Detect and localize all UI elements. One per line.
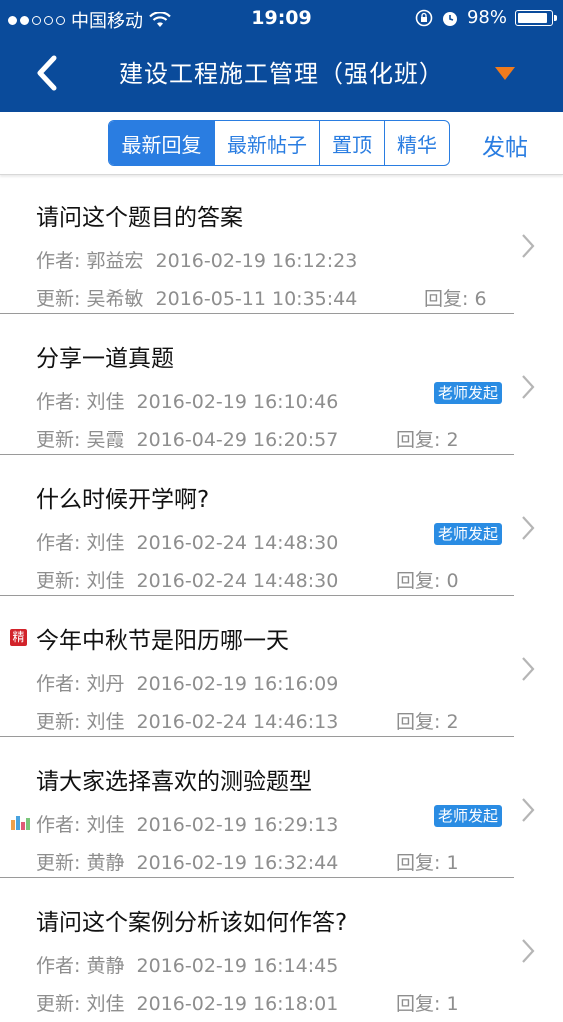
post-author: 作者: 刘佳 2016-02-19 16:29:13 — [36, 814, 339, 836]
post-title: 今年中秋节是阳历哪一天 — [36, 628, 289, 654]
post-author: 作者: 刘丹 2016-02-19 16:16:09 — [36, 673, 339, 695]
divider — [0, 454, 514, 455]
list-item[interactable]: 请问这个案例分析该如何作答? 作者: 黄静 2016-02-19 16:14:4… — [0, 881, 563, 1022]
status-right-group: 98% — [415, 7, 557, 28]
poll-chart-icon — [11, 816, 30, 830]
post-updater: 更新: 吴霞 2016-04-29 16:20:57 — [36, 429, 339, 451]
reply-count: 回复: 1 — [396, 852, 459, 874]
post-author: 作者: 郭益宏 2016-02-19 16:12:23 — [36, 250, 358, 272]
list-item[interactable]: 什么时候开学啊? 作者: 刘佳 2016-02-24 14:48:30 更新: … — [0, 458, 563, 599]
new-post-button[interactable]: 发帖 — [482, 128, 528, 162]
post-author: 作者: 刘佳 2016-02-19 16:10:46 — [36, 391, 339, 413]
teacher-started-badge: 老师发起 — [434, 805, 503, 827]
teacher-started-badge: 老师发起 — [434, 382, 503, 404]
chevron-right-icon — [522, 939, 535, 963]
reply-count: 回复: 6 — [424, 288, 487, 310]
chevron-right-icon — [522, 798, 535, 822]
alarm-icon — [442, 11, 457, 26]
divider — [0, 313, 514, 314]
chevron-right-icon — [522, 516, 535, 540]
status-bar: 中国移动 19:09 98% — [0, 0, 563, 36]
reply-count: 回复: 2 — [396, 429, 459, 451]
divider — [0, 877, 514, 878]
reply-count: 回复: 2 — [396, 711, 459, 733]
teacher-started-badge: 老师发起 — [434, 523, 503, 545]
chevron-right-icon — [522, 234, 535, 258]
post-updater: 更新: 黄静 2016-02-19 16:32:44 — [36, 852, 339, 874]
tab-bar: 最新回复 最新帖子 置顶 精华 发帖 — [0, 112, 563, 175]
post-title: 请问这个题目的答案 — [36, 205, 243, 231]
tab-pinned[interactable]: 置顶 — [319, 121, 384, 165]
list-item[interactable]: 分享一道真题 作者: 刘佳 2016-02-19 16:10:46 更新: 吴霞… — [0, 317, 563, 458]
tab-latest-posts[interactable]: 最新帖子 — [214, 121, 319, 165]
post-title: 分享一道真题 — [36, 346, 174, 372]
list-item[interactable]: 精 今年中秋节是阳历哪一天 作者: 刘丹 2016-02-19 16:16:09… — [0, 599, 563, 740]
tab-latest-reply[interactable]: 最新回复 — [109, 121, 214, 165]
chevron-right-icon — [522, 375, 535, 399]
post-updater: 更新: 刘佳 2016-02-19 16:18:01 — [36, 993, 339, 1015]
post-updater: 更新: 刘佳 2016-02-24 14:46:13 — [36, 711, 339, 733]
top-bar: 中国移动 19:09 98% 建设工程施工管理（强化班） — [0, 0, 563, 112]
divider — [0, 736, 514, 737]
post-updater: 更新: 吴希敏 2016-05-11 10:35:44 — [36, 288, 358, 310]
battery-percent: 98% — [466, 7, 507, 28]
post-title: 什么时候开学啊? — [36, 487, 210, 513]
list-item[interactable]: 请大家选择喜欢的测验题型 作者: 刘佳 2016-02-19 16:29:13 … — [0, 740, 563, 881]
page-title: 建设工程施工管理（强化班） — [119, 60, 444, 88]
nav-bar: 建设工程施工管理（强化班） — [0, 36, 563, 112]
tab-featured[interactable]: 精华 — [384, 121, 449, 165]
reply-count: 回复: 0 — [396, 570, 459, 592]
post-title: 请问这个案例分析该如何作答? — [36, 910, 348, 936]
segmented-control: 最新回复 最新帖子 置顶 精华 — [108, 120, 450, 166]
post-title: 请大家选择喜欢的测验题型 — [36, 769, 312, 795]
featured-badge-icon: 精 — [10, 629, 27, 646]
divider — [0, 595, 514, 596]
dropdown-triangle-icon[interactable] — [495, 67, 515, 80]
post-author: 作者: 刘佳 2016-02-24 14:48:30 — [36, 532, 339, 554]
reply-count: 回复: 1 — [396, 993, 459, 1015]
battery-icon — [515, 9, 557, 26]
orientation-lock-icon — [415, 9, 433, 26]
post-author: 作者: 黄静 2016-02-19 16:14:45 — [36, 955, 339, 977]
post-updater: 更新: 刘佳 2016-02-24 14:48:30 — [36, 570, 339, 592]
chevron-right-icon — [522, 657, 535, 681]
post-list: 请问这个题目的答案 作者: 郭益宏 2016-02-19 16:12:23 更新… — [0, 176, 563, 1022]
list-item[interactable]: 请问这个题目的答案 作者: 郭益宏 2016-02-19 16:12:23 更新… — [0, 176, 563, 317]
